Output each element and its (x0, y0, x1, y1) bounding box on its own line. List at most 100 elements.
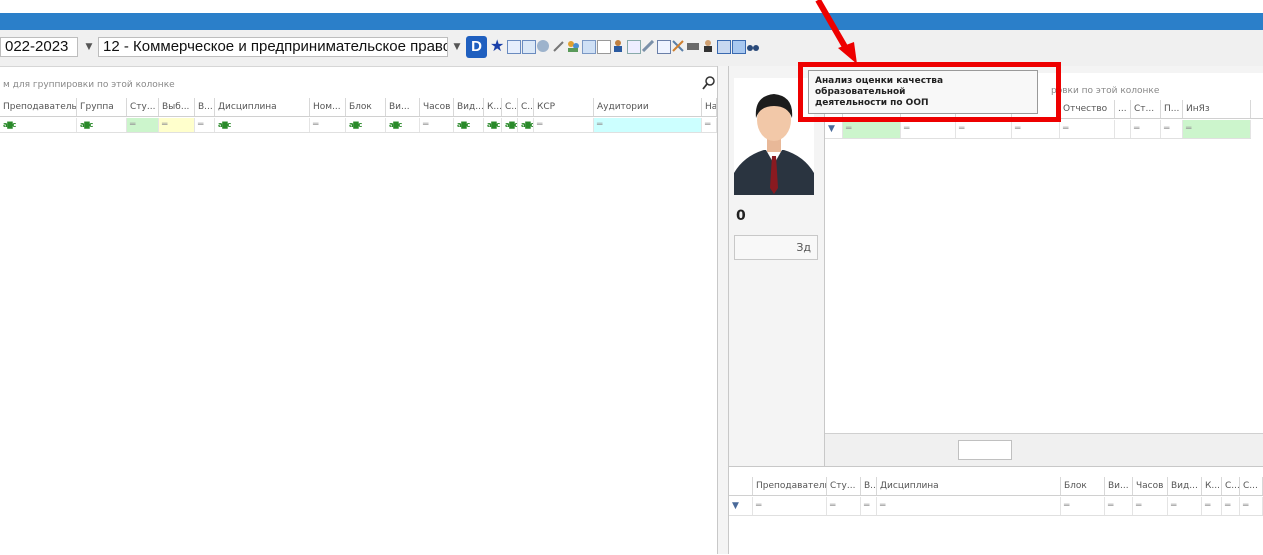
list-icon[interactable] (627, 40, 641, 54)
left-search-icon[interactable] (702, 76, 716, 93)
tools-icon[interactable] (672, 40, 684, 52)
filter-cell[interactable]: ═ (1061, 497, 1105, 515)
filter-cell[interactable]: ═ (1240, 497, 1263, 515)
pencil-icon[interactable] (552, 40, 564, 52)
favorite-star-icon[interactable]: ★ (490, 37, 504, 55)
filter-cell[interactable]: a▇c (518, 118, 534, 132)
panel-splitter[interactable] (718, 66, 728, 554)
binoculars-icon[interactable] (747, 40, 759, 52)
page-input[interactable] (958, 440, 1012, 460)
column-header[interactable]: Блок (346, 98, 386, 116)
person-icon[interactable] (612, 40, 624, 52)
quality-analysis-icon[interactable] (732, 40, 746, 54)
column-header[interactable]: К... (484, 98, 502, 116)
filter-cell[interactable]: ═ (1161, 120, 1183, 138)
column-header[interactable]: С... (518, 98, 534, 116)
filter-cell[interactable]: ═ (1105, 497, 1133, 515)
column-header[interactable]: Группа (77, 98, 127, 116)
users-icon[interactable] (567, 40, 579, 52)
column-header[interactable]: Аудитории (594, 98, 702, 116)
document-list-icon[interactable] (717, 40, 731, 54)
profile-action-button[interactable]: Зд (734, 235, 818, 260)
column-header[interactable]: Сту... (827, 477, 861, 495)
column-header[interactable]: С... (502, 98, 518, 116)
column-header[interactable]: Дисциплина (215, 98, 310, 116)
filter-cell[interactable]: ═ (753, 497, 827, 515)
filter-cell[interactable]: a▇c (346, 118, 386, 132)
column-header[interactable]: Выб... (159, 98, 195, 116)
filter-cell[interactable]: ═ (1183, 120, 1251, 138)
column-header[interactable]: С... (1222, 477, 1240, 495)
filter-cell[interactable] (1115, 120, 1131, 138)
filter-cell[interactable]: ═ (594, 118, 702, 132)
filter-cell[interactable]: ═ (956, 120, 1012, 138)
filter-cell[interactable]: a▇c (454, 118, 484, 132)
filter-cell[interactable]: ═ (861, 497, 877, 515)
column-header[interactable]: Сту... (127, 98, 159, 116)
column-header[interactable]: Часов (1133, 477, 1168, 495)
year-dropdown-arrow-icon[interactable]: ▼ (82, 37, 96, 57)
filter-cell[interactable]: ═ (877, 497, 1061, 515)
filter-cell[interactable]: ═ (1131, 120, 1161, 138)
filter-cell[interactable]: ═ (1222, 497, 1240, 515)
filter-cell[interactable]: ═ (420, 118, 454, 132)
column-header[interactable]: Преподаватель (753, 477, 827, 495)
filter-cell[interactable]: a▇c (215, 118, 310, 132)
filter-cell[interactable]: ═ (534, 118, 594, 132)
column-header[interactable]: Ст... (1131, 100, 1161, 118)
filter-funnel-icon[interactable]: ▼ (825, 120, 843, 138)
brush-icon[interactable] (641, 39, 655, 53)
filter-cell[interactable]: ═ (1012, 120, 1060, 138)
column-header[interactable]: В... (861, 477, 877, 495)
column-header[interactable]: Блок (1061, 477, 1105, 495)
keyboard-icon[interactable] (687, 43, 699, 50)
filter-cell[interactable]: ═ (843, 120, 901, 138)
card-icon[interactable] (522, 40, 536, 54)
column-header[interactable]: Ви... (386, 98, 420, 116)
report-icon[interactable] (507, 40, 521, 54)
d-button[interactable]: D (466, 36, 487, 58)
teacher-icon[interactable] (702, 40, 714, 52)
filter-cell[interactable]: a▇c (0, 118, 77, 132)
academic-year-select[interactable]: 022-2023 (0, 37, 78, 57)
program-dropdown-arrow-icon[interactable]: ▼ (450, 37, 464, 57)
filter-cell[interactable]: ═ (901, 120, 956, 138)
table-icon[interactable] (582, 40, 596, 54)
column-header[interactable]: Преподаватель (0, 98, 77, 116)
filter-cell[interactable]: ═ (1060, 120, 1115, 138)
column-header[interactable]: Часов (420, 98, 454, 116)
filter-cell[interactable]: ═ (827, 497, 861, 515)
column-header[interactable]: Дисциплина (877, 477, 1061, 495)
column-header[interactable]: ... (1115, 100, 1131, 118)
filter-cell[interactable]: a▇c (77, 118, 127, 132)
filter-cell[interactable]: ═ (159, 118, 195, 132)
filter-cell[interactable]: ═ (1133, 497, 1168, 515)
filter-cell[interactable]: ═ (310, 118, 346, 132)
column-header[interactable]: В... (195, 98, 215, 116)
column-header[interactable]: КСР (534, 98, 594, 116)
filter-cell[interactable]: a▇c (386, 118, 420, 132)
clipboard-icon[interactable] (597, 40, 611, 54)
zoom-document-icon[interactable] (657, 40, 671, 54)
column-header[interactable]: ИнЯз (1183, 100, 1251, 118)
search-record-icon[interactable] (537, 40, 549, 52)
filter-funnel-icon[interactable]: ▼ (729, 497, 753, 515)
filter-cell[interactable]: ═ (127, 118, 159, 132)
right-bottom-filter-row: ▼ ═ ═ ═ ═ ═ ═ ═ ═ ═ ═ ═ (729, 497, 1263, 516)
column-header[interactable]: К... (1202, 477, 1222, 495)
column-header[interactable]: С... (1240, 477, 1263, 495)
program-select[interactable]: 12 - Коммерческое и предпринимательское … (98, 37, 448, 57)
column-header[interactable]: Ви... (1105, 477, 1133, 495)
column-header[interactable]: П... (1161, 100, 1183, 118)
filter-cell[interactable]: a▇c (484, 118, 502, 132)
column-header[interactable]: Нач (702, 98, 717, 116)
filter-cell[interactable]: a▇c (502, 118, 518, 132)
filter-cell[interactable]: ═ (1202, 497, 1222, 515)
column-header[interactable]: Ном... (310, 98, 346, 116)
filter-cell[interactable]: ═ (702, 118, 717, 132)
filter-cell[interactable]: ═ (1168, 497, 1202, 515)
column-header[interactable]: Вид... (1168, 477, 1202, 495)
filter-cell[interactable]: ═ (195, 118, 215, 132)
column-header[interactable]: Отчество (1060, 100, 1115, 118)
column-header[interactable]: Вид... (454, 98, 484, 116)
